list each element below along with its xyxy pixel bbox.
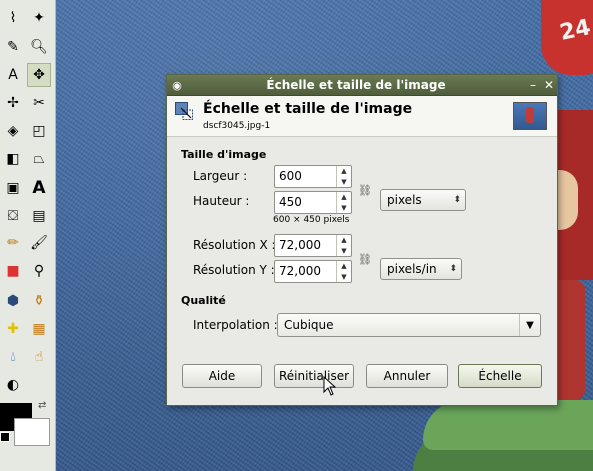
res-unit-select[interactable]: pixels/in ⬍ <box>380 258 462 280</box>
smudge-icon[interactable]: ☝ <box>28 346 50 368</box>
image-name: dscf3045.jpg-1 <box>203 121 271 131</box>
flip-icon[interactable]: ◧ <box>2 148 24 170</box>
rotate-icon[interactable]: ◈ <box>2 120 24 142</box>
size-unit-select[interactable]: pixels ⬍ <box>380 189 466 211</box>
interpolation-label: Interpolation : <box>193 318 278 332</box>
image-thumbnail <box>513 102 547 130</box>
updown-icon: ⬍ <box>449 264 457 274</box>
perspective-icon[interactable]: ⏢ <box>28 148 50 170</box>
toolbox: ⌇ ✦ ✎ 🔍︎ A ✥ ✢ ✂ ◈ ◰ ◧ ⏢ ▣ A ⛋ ▤ ✏ 🖌︎ ■ … <box>0 0 56 471</box>
height-field[interactable]: ▲▼ <box>274 191 352 214</box>
cage-icon[interactable]: ▣ <box>2 177 24 199</box>
align-icon[interactable]: ✢ <box>2 92 24 114</box>
height-label: Hauteur : <box>193 194 250 208</box>
scale-button[interactable]: Échelle <box>458 364 542 388</box>
updown-icon: ⬍ <box>453 195 461 205</box>
text-icon[interactable]: A <box>28 177 50 199</box>
width-field[interactable]: ▲▼ <box>274 165 352 188</box>
interpolation-select[interactable]: Cubique ▼ <box>277 313 541 337</box>
ink-icon[interactable]: ⬢ <box>2 290 24 312</box>
dialog-header: Échelle et taille de l'image dscf3045.jp… <box>167 96 557 137</box>
scale-icon[interactable]: ◰ <box>28 120 50 142</box>
size-hint: 600 × 450 pixels <box>273 215 350 225</box>
width-input[interactable] <box>275 166 331 185</box>
scale-icon <box>175 102 193 120</box>
background-color[interactable] <box>14 418 50 446</box>
width-label: Largeur : <box>193 169 248 183</box>
res-y-label: Résolution Y : <box>193 263 275 277</box>
eraser-icon[interactable]: ■ <box>2 260 24 282</box>
dialog-header-title: Échelle et taille de l'image <box>203 101 413 117</box>
size-unit-value: pixels <box>387 193 422 207</box>
text-tool-icon[interactable]: A <box>2 64 24 86</box>
perspective-clone-icon[interactable]: ▦ <box>28 318 50 340</box>
bucket-fill-icon[interactable]: ⛋ <box>2 205 24 227</box>
quality-section: Qualité <box>181 294 226 307</box>
move-icon[interactable]: ✥ <box>27 63 51 87</box>
swap-colors-icon[interactable]: ⇄ <box>38 400 46 411</box>
paintbrush-icon[interactable]: 🖌︎ <box>28 232 50 254</box>
dodge-icon[interactable]: ◐ <box>2 374 24 396</box>
help-button[interactable]: Aide <box>182 364 262 388</box>
res-x-label: Résolution X : <box>193 238 276 252</box>
res-y-stepper[interactable]: ▲ ▼ <box>336 261 351 282</box>
res-unit-value: pixels/in <box>387 262 437 276</box>
crop-icon[interactable]: ✂ <box>28 92 50 114</box>
minimize-icon[interactable]: – <box>525 78 541 92</box>
titlebar: ◉ Échelle et taille de l'image – ✕ <box>167 75 557 96</box>
figure-base <box>423 400 593 450</box>
close-icon[interactable]: ✕ <box>541 78 557 92</box>
mouse-cursor-icon <box>323 376 337 396</box>
image-size-section: Taille d'image <box>181 148 267 161</box>
res-y-input[interactable] <box>275 261 331 280</box>
interpolation-value: Cubique <box>284 318 334 332</box>
height-input[interactable] <box>275 192 331 211</box>
blur-icon[interactable]: 💧︎ <box>2 346 24 368</box>
res-x-stepper[interactable]: ▲ ▼ <box>336 235 351 256</box>
window-title: Échelle et taille de l'image <box>266 78 446 92</box>
zoom-icon[interactable]: 🔍︎ <box>28 36 50 58</box>
heal-icon[interactable]: ✚ <box>2 318 24 340</box>
clone-icon[interactable]: ⚱ <box>28 290 50 312</box>
fuzzy-select-icon[interactable]: ✦ <box>28 7 50 29</box>
res-x-field[interactable]: ▲▼ <box>274 234 352 257</box>
airbrush-icon[interactable]: ⚲ <box>28 260 50 282</box>
scale-image-dialog: ◉ Échelle et taille de l'image – ✕ Échel… <box>166 74 558 406</box>
res-x-input[interactable] <box>275 235 331 254</box>
window-menu-icon[interactable]: ◉ <box>167 79 187 92</box>
chevron-down-icon: ▼ <box>519 314 540 336</box>
size-chain-icon[interactable]: ⛓ <box>358 167 372 213</box>
height-stepper[interactable]: ▲ ▼ <box>336 192 351 213</box>
lasso-icon[interactable]: ⌇ <box>2 7 24 29</box>
default-colors-icon[interactable] <box>0 432 10 442</box>
blend-icon[interactable]: ▤ <box>28 205 50 227</box>
cancel-button[interactable]: Annuler <box>366 364 448 388</box>
pencil-icon[interactable]: ✏ <box>2 232 24 254</box>
res-y-field[interactable]: ▲▼ <box>274 260 352 283</box>
eyedropper-icon[interactable]: ✎ <box>2 36 24 58</box>
width-stepper[interactable]: ▲ ▼ <box>336 166 351 187</box>
reset-button[interactable]: Réinitialiser <box>274 364 354 388</box>
res-chain-icon[interactable]: ⛓ <box>358 236 372 282</box>
